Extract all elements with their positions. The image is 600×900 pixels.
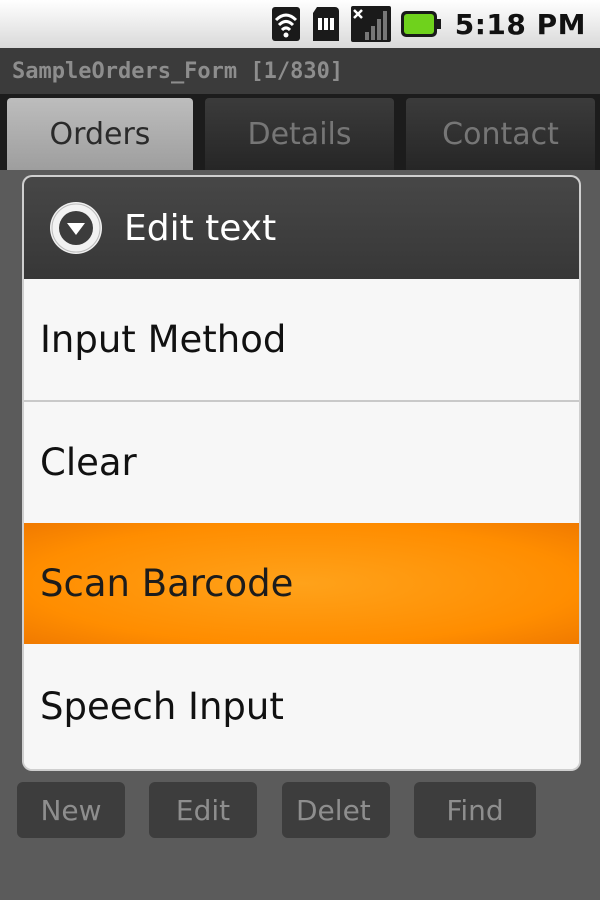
dialog-title: Edit text [124,207,277,249]
chevron-down-circle-icon [50,202,102,254]
delete-button[interactable]: Delet [282,782,390,838]
wifi-icon [271,6,301,42]
status-time: 5:18 PM [454,7,586,41]
dialog-header: Edit text [24,177,579,279]
menu-item-clear[interactable]: Clear [24,402,579,523]
tab-bar: Orders Details Contact [0,94,600,170]
signal-icon [350,6,391,42]
menu-item-label: Scan Barcode [40,562,294,605]
menu-item-input-method[interactable]: Input Method [24,279,579,400]
app-title-bar: SampleOrders_Form [1/830] [0,48,600,94]
button-label: Edit [175,793,231,827]
button-label: Delet [296,793,371,827]
button-label: New [40,793,102,827]
sd-card-icon [311,6,341,42]
tab-details[interactable]: Details [205,98,394,170]
app-title: SampleOrders_Form [1/830] [12,58,344,84]
tab-label: Contact [442,116,559,152]
tab-contact[interactable]: Contact [406,98,595,170]
edit-button[interactable]: Edit [149,782,257,838]
menu-item-label: Clear [40,441,137,484]
new-button[interactable]: New [17,782,125,838]
menu-item-speech-input[interactable]: Speech Input [24,644,579,769]
status-bar: 5:18 PM [0,0,600,48]
menu-item-scan-barcode[interactable]: Scan Barcode [24,523,579,644]
tab-label: Orders [49,116,151,152]
tab-label: Details [247,116,352,152]
menu-item-label: Input Method [40,318,287,361]
battery-icon [400,11,441,37]
find-button[interactable]: Find [414,782,536,838]
tab-orders[interactable]: Orders [7,98,193,170]
button-label: Find [446,793,504,827]
edit-text-dialog: Edit text Input Method Clear Scan Barcod… [24,177,579,769]
menu-item-label: Speech Input [40,685,284,728]
